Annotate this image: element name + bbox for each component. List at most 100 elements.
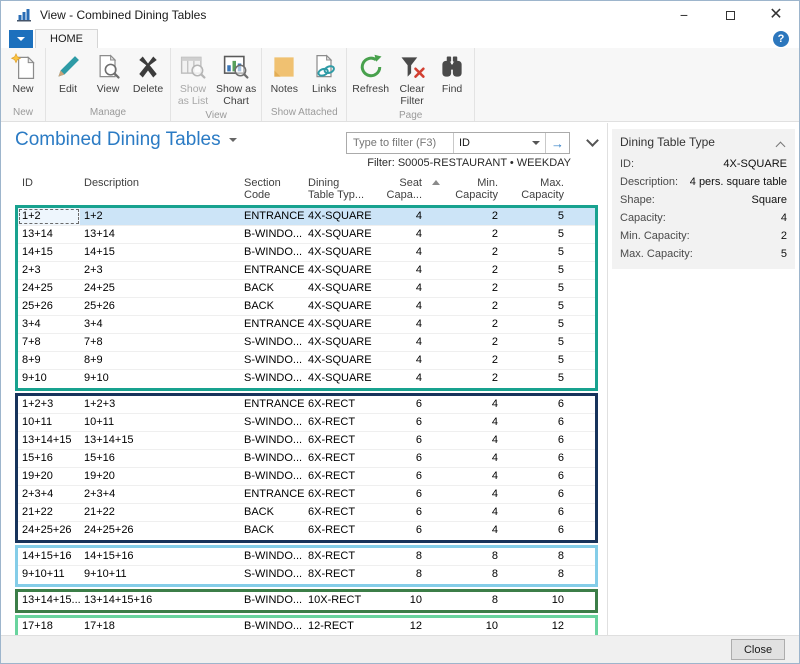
table-row[interactable]: 8+98+9S-WINDO...4X-SQUARE425 (18, 352, 595, 370)
cell-id[interactable]: 10+11 (18, 414, 80, 431)
cell-section[interactable]: BACK (240, 298, 304, 315)
table-row[interactable]: 1+21+2ENTRANCE4X-SQUARE425 (18, 208, 595, 226)
cell-seat[interactable]: 4 (380, 280, 426, 297)
cell-seat[interactable]: 6 (380, 468, 426, 485)
cell-section[interactable]: B-WINDO... (240, 450, 304, 467)
delete-button[interactable]: Delete (128, 50, 168, 97)
cell-type[interactable]: 4X-SQUARE (304, 298, 380, 315)
edit-button[interactable]: Edit (48, 50, 88, 97)
app-menu-button[interactable] (9, 30, 33, 48)
cell-min[interactable]: 4 (426, 504, 502, 521)
cell-section[interactable]: B-WINDO... (240, 432, 304, 449)
cell-type[interactable]: 6X-RECT (304, 450, 380, 467)
close-button[interactable]: Close (731, 639, 785, 660)
table-row[interactable]: 2+32+3ENTRANCE4X-SQUARE425 (18, 262, 595, 280)
cell-seat[interactable]: 6 (380, 450, 426, 467)
cell-max[interactable]: 8 (502, 566, 568, 584)
new-button[interactable]: New (3, 50, 43, 97)
cell-max[interactable]: 5 (502, 352, 568, 369)
cell-id[interactable]: 13+14+15... (18, 592, 80, 610)
cell-max[interactable]: 6 (502, 486, 568, 503)
cell-min[interactable]: 8 (426, 592, 502, 610)
cell-max[interactable]: 5 (502, 298, 568, 315)
column-header-section[interactable]: Section Code (240, 177, 304, 201)
cell-min[interactable]: 2 (426, 370, 502, 388)
cell-type[interactable]: 4X-SQUARE (304, 262, 380, 279)
refresh-button[interactable]: Refresh (349, 50, 392, 97)
table-row[interactable]: 19+2019+20B-WINDO...6X-RECT646 (18, 468, 595, 486)
cell-description[interactable]: 13+14+15+16 (80, 592, 240, 610)
cell-section[interactable]: ENTRANCE (240, 316, 304, 333)
cell-max[interactable]: 10 (502, 592, 568, 610)
cell-section[interactable]: S-WINDO... (240, 334, 304, 351)
cell-min[interactable]: 8 (426, 548, 502, 565)
cell-seat[interactable]: 10 (380, 592, 426, 610)
cell-id[interactable]: 9+10+11 (18, 566, 80, 584)
column-header-type[interactable]: Dining Table Typ... (304, 177, 380, 201)
cell-description[interactable]: 7+8 (80, 334, 240, 351)
cell-type[interactable]: 6X-RECT (304, 396, 380, 413)
cell-section[interactable]: ENTRANCE (240, 396, 304, 413)
cell-id[interactable]: 25+26 (18, 298, 80, 315)
cell-id[interactable]: 2+3+4 (18, 486, 80, 503)
table-row[interactable]: 14+15+1614+15+16B-WINDO...8X-RECT888 (18, 548, 595, 566)
cell-min[interactable]: 2 (426, 244, 502, 261)
cell-section[interactable]: B-WINDO... (240, 592, 304, 610)
sort-ascending-icon[interactable] (432, 180, 440, 185)
cell-type[interactable]: 6X-RECT (304, 486, 380, 503)
cell-description[interactable]: 3+4 (80, 316, 240, 333)
cell-id[interactable]: 19+20 (18, 468, 80, 485)
cell-type[interactable]: 4X-SQUARE (304, 226, 380, 243)
cell-seat[interactable]: 6 (380, 504, 426, 521)
clear-filter-button[interactable]: Clear Filter (392, 50, 432, 109)
cell-max[interactable]: 12 (502, 618, 568, 636)
cell-id[interactable]: 3+4 (18, 316, 80, 333)
page-title[interactable]: Combined Dining Tables (15, 129, 237, 151)
cell-seat[interactable]: 6 (380, 396, 426, 413)
cell-type[interactable]: 4X-SQUARE (304, 352, 380, 369)
cell-section[interactable]: BACK (240, 280, 304, 297)
filter-field-select[interactable]: ID (453, 133, 545, 153)
cell-min[interactable]: 2 (426, 208, 502, 225)
find-button[interactable]: Find (432, 50, 472, 97)
close-window-button[interactable]: ✕ (753, 1, 799, 29)
cell-description[interactable]: 1+2 (80, 208, 240, 225)
cell-type[interactable]: 4X-SQUARE (304, 334, 380, 351)
cell-min[interactable]: 4 (426, 522, 502, 540)
factbox-header[interactable]: Dining Table Type (612, 129, 795, 155)
cell-section[interactable]: S-WINDO... (240, 566, 304, 584)
cell-type[interactable]: 10X-RECT (304, 592, 380, 610)
cell-description[interactable]: 15+16 (80, 450, 240, 467)
cell-description[interactable]: 13+14 (80, 226, 240, 243)
cell-max[interactable]: 6 (502, 396, 568, 413)
cell-description[interactable]: 9+10 (80, 370, 240, 388)
cell-max[interactable]: 6 (502, 504, 568, 521)
table-row[interactable]: 15+1615+16B-WINDO...6X-RECT646 (18, 450, 595, 468)
cell-type[interactable]: 6X-RECT (304, 504, 380, 521)
cell-min[interactable]: 2 (426, 280, 502, 297)
cell-id[interactable]: 24+25 (18, 280, 80, 297)
cell-type[interactable]: 12-RECT (304, 618, 380, 636)
cell-min[interactable]: 4 (426, 468, 502, 485)
table-row[interactable]: 13+14+15...13+14+15+16B-WINDO...10X-RECT… (18, 592, 595, 610)
cell-section[interactable]: S-WINDO... (240, 352, 304, 369)
cell-description[interactable]: 2+3 (80, 262, 240, 279)
cell-description[interactable]: 24+25+26 (80, 522, 240, 540)
table-row[interactable]: 13+14+1513+14+15B-WINDO...6X-RECT646 (18, 432, 595, 450)
cell-type[interactable]: 4X-SQUARE (304, 316, 380, 333)
maximize-button[interactable] (707, 1, 753, 29)
cell-description[interactable]: 14+15+16 (80, 548, 240, 565)
table-row[interactable]: 21+2221+22BACK6X-RECT646 (18, 504, 595, 522)
column-header-id[interactable]: ID (18, 177, 80, 189)
cell-id[interactable]: 13+14+15 (18, 432, 80, 449)
cell-section[interactable]: S-WINDO... (240, 414, 304, 431)
cell-type[interactable]: 6X-RECT (304, 414, 380, 431)
column-header-max[interactable]: Max. Capacity (502, 177, 568, 201)
cell-max[interactable]: 5 (502, 262, 568, 279)
cell-min[interactable]: 4 (426, 450, 502, 467)
cell-seat[interactable]: 6 (380, 414, 426, 431)
cell-max[interactable]: 5 (502, 370, 568, 388)
cell-min[interactable]: 8 (426, 566, 502, 584)
cell-min[interactable]: 2 (426, 352, 502, 369)
cell-min[interactable]: 10 (426, 618, 502, 636)
